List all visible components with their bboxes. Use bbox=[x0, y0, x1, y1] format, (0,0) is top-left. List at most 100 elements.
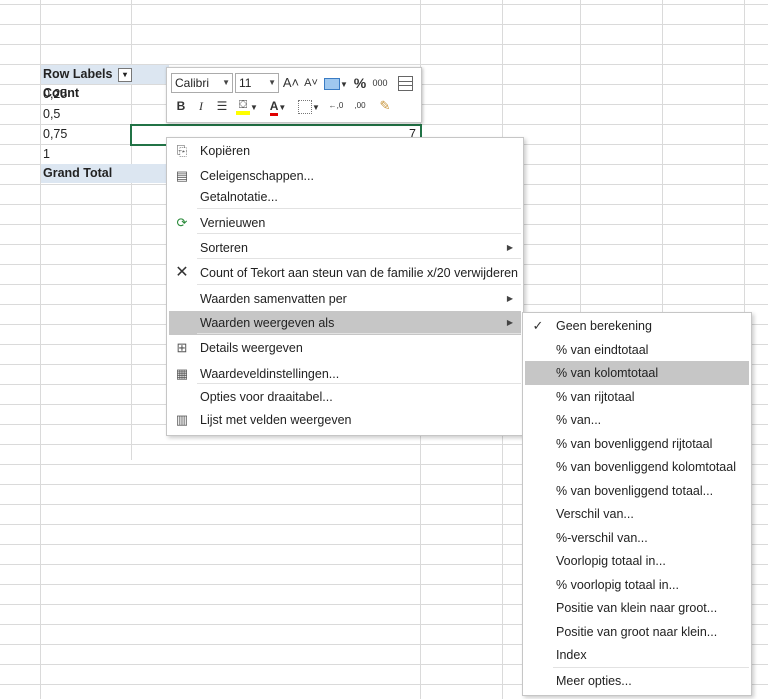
pivot-grand-total[interactable]: Grand Total bbox=[41, 164, 169, 183]
details-icon: ⊞ bbox=[176, 340, 188, 355]
pivot-row-labels-header[interactable]: Row Labels ▾ Count bbox=[41, 65, 169, 100]
submenu-arrow-icon: ▶ bbox=[506, 318, 513, 327]
show-values-as-submenu: ✓ Geen berekening % van eindtotaal % van ko… bbox=[522, 312, 752, 696]
context-menu-item[interactable]: Opties voor draaitabel... bbox=[169, 385, 521, 409]
submenu-item[interactable]: % voorlopig totaal in... bbox=[525, 573, 749, 597]
shrink-font-button[interactable]: A˅ bbox=[302, 73, 320, 93]
submenu-item[interactable]: % van... bbox=[525, 408, 749, 432]
borders-button[interactable]: ▼ bbox=[295, 96, 323, 116]
submenu-item-label: Positie van groot naar klein... bbox=[556, 624, 718, 639]
submenu-item[interactable]: % van eindtotaal bbox=[525, 338, 749, 362]
font-size-value: 11 bbox=[239, 76, 252, 90]
submenu-item[interactable]: % van rijtotaal bbox=[525, 385, 749, 409]
submenu-item-label: % voorlopig totaal in... bbox=[556, 577, 679, 592]
submenu-arrow-icon: ▶ bbox=[506, 294, 513, 303]
increase-decimal-button[interactable]: ←,0 bbox=[325, 96, 347, 116]
format-cells-icon: ▤ bbox=[175, 168, 189, 183]
submenu-item-label: % van rijtotaal bbox=[556, 389, 635, 404]
submenu-item[interactable]: % van bovenliggend totaal... bbox=[525, 479, 749, 503]
submenu-item-label: % van bovenliggend totaal... bbox=[556, 483, 714, 498]
context-menu-item[interactable]: ✕ Count of Tekort aan steun van de famili… bbox=[169, 261, 521, 285]
pivot-row-label[interactable]: 1 bbox=[41, 145, 131, 164]
copy-icon: ⎘ bbox=[176, 143, 188, 158]
submenu-item[interactable]: Positie van groot naar klein... bbox=[525, 620, 749, 644]
column-divider bbox=[662, 0, 663, 320]
column-divider bbox=[580, 0, 581, 320]
pivot-row-label[interactable]: 0,75 bbox=[41, 125, 131, 144]
submenu-item[interactable]: ✓ Geen berekening bbox=[525, 314, 749, 338]
submenu-item-label: Geen berekening bbox=[556, 319, 652, 333]
checkmark-icon: ✓ bbox=[532, 318, 544, 333]
bold-button[interactable]: B bbox=[173, 96, 189, 116]
submenu-item-label: Positie van klein naar groot... bbox=[556, 601, 718, 615]
submenu-item-label: % van kolomtotaal bbox=[556, 366, 659, 380]
format-painter-icon[interactable]: ✎ bbox=[375, 96, 395, 116]
submenu-item-label: % van bovenliggend kolomtotaal bbox=[556, 460, 736, 474]
format-painter-grid-icon[interactable] bbox=[395, 73, 415, 93]
currency-icon bbox=[324, 77, 341, 90]
borders-icon bbox=[298, 99, 313, 114]
context-menu-item-label: Details weergeven bbox=[200, 341, 303, 355]
context-menu-item-label: Waarden weergeven als bbox=[200, 316, 335, 330]
pivot-row-label[interactable]: 0,25 bbox=[41, 85, 131, 104]
context-menu-item[interactable]: ▥ Lijst met velden weergeven bbox=[169, 408, 521, 432]
submenu-arrow-icon: ▶ bbox=[506, 243, 513, 252]
submenu-item-label: % van eindtotaal bbox=[556, 342, 649, 357]
context-menu-item-label: Count of Tekort aan steun van de familie… bbox=[200, 266, 519, 280]
comma-style-button[interactable]: 000 bbox=[370, 73, 390, 93]
context-menu-item-label: Kopiëren bbox=[200, 144, 251, 158]
chevron-down-icon[interactable]: ▼ bbox=[222, 74, 230, 92]
font-name-value: Calibri bbox=[175, 76, 210, 90]
remove-icon: ✕ bbox=[175, 264, 189, 281]
context-menu-item[interactable]: ⎘ Kopiëren bbox=[169, 139, 521, 163]
menu-separator bbox=[197, 258, 521, 259]
menu-separator bbox=[197, 383, 521, 384]
submenu-item[interactable]: Positie van klein naar groot... bbox=[525, 596, 749, 620]
font-name-combo[interactable]: Calibri ▼ bbox=[171, 73, 233, 93]
font-size-combo[interactable]: 11 ▼ bbox=[235, 73, 279, 93]
column-divider bbox=[744, 0, 745, 320]
context-menu-item[interactable]: Waarden samenvatten per ▶ bbox=[169, 287, 521, 311]
chevron-down-icon[interactable]: ▼ bbox=[268, 74, 276, 92]
menu-separator bbox=[197, 333, 521, 334]
submenu-item[interactable]: % van bovenliggend kolomtotaal bbox=[525, 455, 749, 479]
italic-button[interactable]: I bbox=[193, 96, 209, 116]
percent-style-button[interactable]: % bbox=[352, 73, 368, 93]
menu-separator bbox=[553, 667, 749, 668]
context-menu-item-label: Vernieuwen bbox=[200, 216, 266, 230]
accounting-format-button[interactable]: ▼ bbox=[323, 73, 349, 93]
submenu-item[interactable]: %-verschil van... bbox=[525, 526, 749, 550]
fill-color-button[interactable]: ⛋ ▼ bbox=[233, 96, 261, 116]
align-center-icon[interactable]: ☰ bbox=[213, 96, 231, 116]
context-menu-item[interactable]: ⊞ Details weergeven bbox=[169, 336, 521, 360]
context-menu-item-label: Waarden samenvatten per bbox=[200, 292, 347, 306]
submenu-item[interactable]: Voorlopig totaal in... bbox=[525, 549, 749, 573]
menu-separator bbox=[197, 233, 521, 234]
context-menu-item[interactable]: Sorteren ▶ bbox=[169, 236, 521, 260]
submenu-item[interactable]: % van kolomtotaal bbox=[525, 361, 749, 385]
submenu-item-label: Voorlopig totaal in... bbox=[556, 554, 666, 568]
submenu-item-label: Verschil van... bbox=[556, 507, 634, 521]
submenu-item[interactable]: % van bovenliggend rijtotaal bbox=[525, 432, 749, 456]
refresh-icon: ⟳ bbox=[176, 215, 188, 230]
submenu-item[interactable]: Verschil van... bbox=[525, 502, 749, 526]
submenu-item[interactable]: Meer opties... bbox=[525, 669, 749, 693]
mini-toolbar: Calibri ▼ 11 ▼ A˄ A˅ ▼ % 000 B I ☰ ⛋ ▼ A▼ ▼… bbox=[166, 67, 422, 123]
decrease-decimal-button[interactable]: ,00 bbox=[349, 96, 371, 116]
submenu-item[interactable]: Index bbox=[525, 643, 749, 667]
submenu-item-label: Index bbox=[556, 648, 587, 662]
context-menu-item[interactable]: Waarden weergeven als ▶ bbox=[169, 311, 521, 335]
grow-font-button[interactable]: A˄ bbox=[282, 73, 300, 93]
field-settings-icon: ▦ bbox=[175, 366, 189, 381]
paint-bucket-icon: ⛋ bbox=[236, 99, 251, 115]
context-menu-item[interactable]: Getalnotatie... bbox=[169, 185, 521, 209]
menu-separator bbox=[197, 208, 521, 209]
pivot-header-label: Row Labels bbox=[43, 67, 113, 81]
submenu-item-label: % van bovenliggend rijtotaal bbox=[556, 436, 713, 451]
context-menu-item[interactable]: ⟳ Vernieuwen bbox=[169, 211, 521, 235]
pivot-row-label[interactable]: 0,5 bbox=[41, 105, 131, 124]
menu-separator bbox=[197, 284, 521, 285]
filter-dropdown-icon[interactable]: ▾ bbox=[117, 67, 132, 82]
submenu-item-label: %-verschil van... bbox=[556, 530, 648, 545]
font-color-button[interactable]: A▼ bbox=[265, 96, 291, 116]
